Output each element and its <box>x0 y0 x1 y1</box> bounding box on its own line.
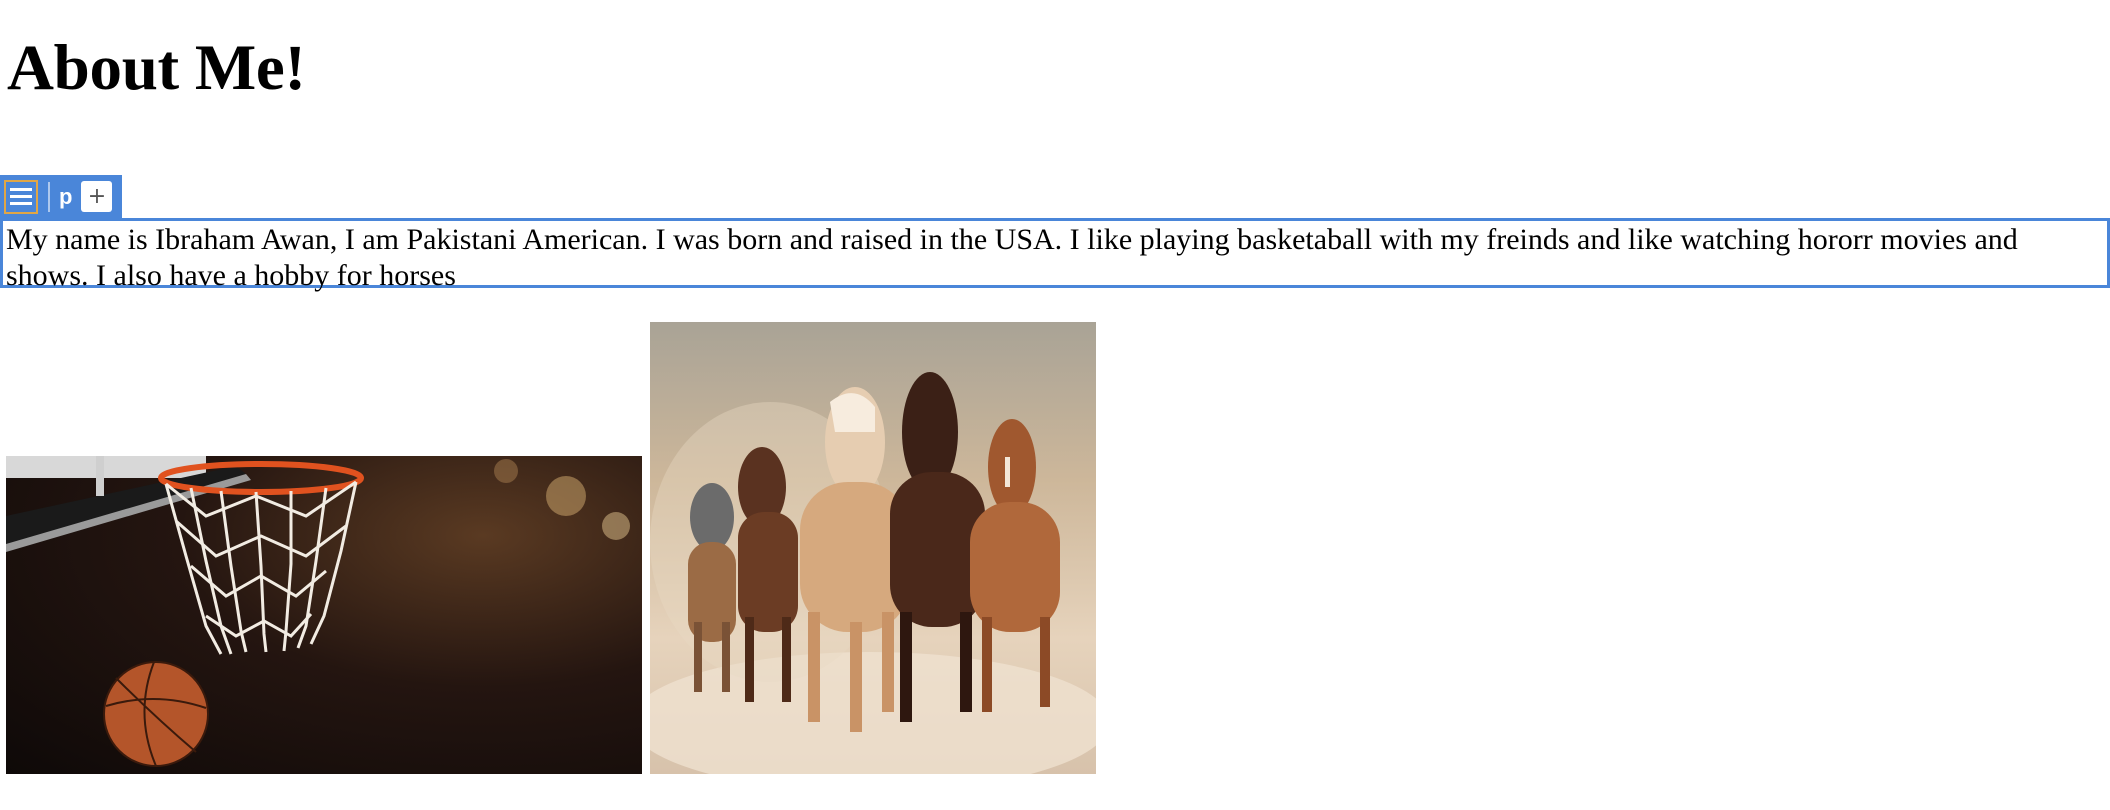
selected-paragraph-block[interactable]: My name is Ibraham Awan, I am Pakistani … <box>0 218 2110 292</box>
page-title: About Me! <box>7 32 306 104</box>
about-paragraph[interactable]: My name is Ibraham Awan, I am Pakistani … <box>6 222 2103 294</box>
block-toolbar: p + <box>0 175 122 218</box>
horses-image <box>650 322 1096 774</box>
hamburger-menu-icon[interactable] <box>4 179 38 214</box>
basketball-image <box>6 456 642 774</box>
block-type-button[interactable]: p <box>59 185 72 208</box>
add-block-button[interactable]: + <box>81 181 113 212</box>
page: About Me! p + My name is Ibraham Awan, I… <box>0 0 2110 810</box>
toolbar-divider <box>48 181 50 212</box>
